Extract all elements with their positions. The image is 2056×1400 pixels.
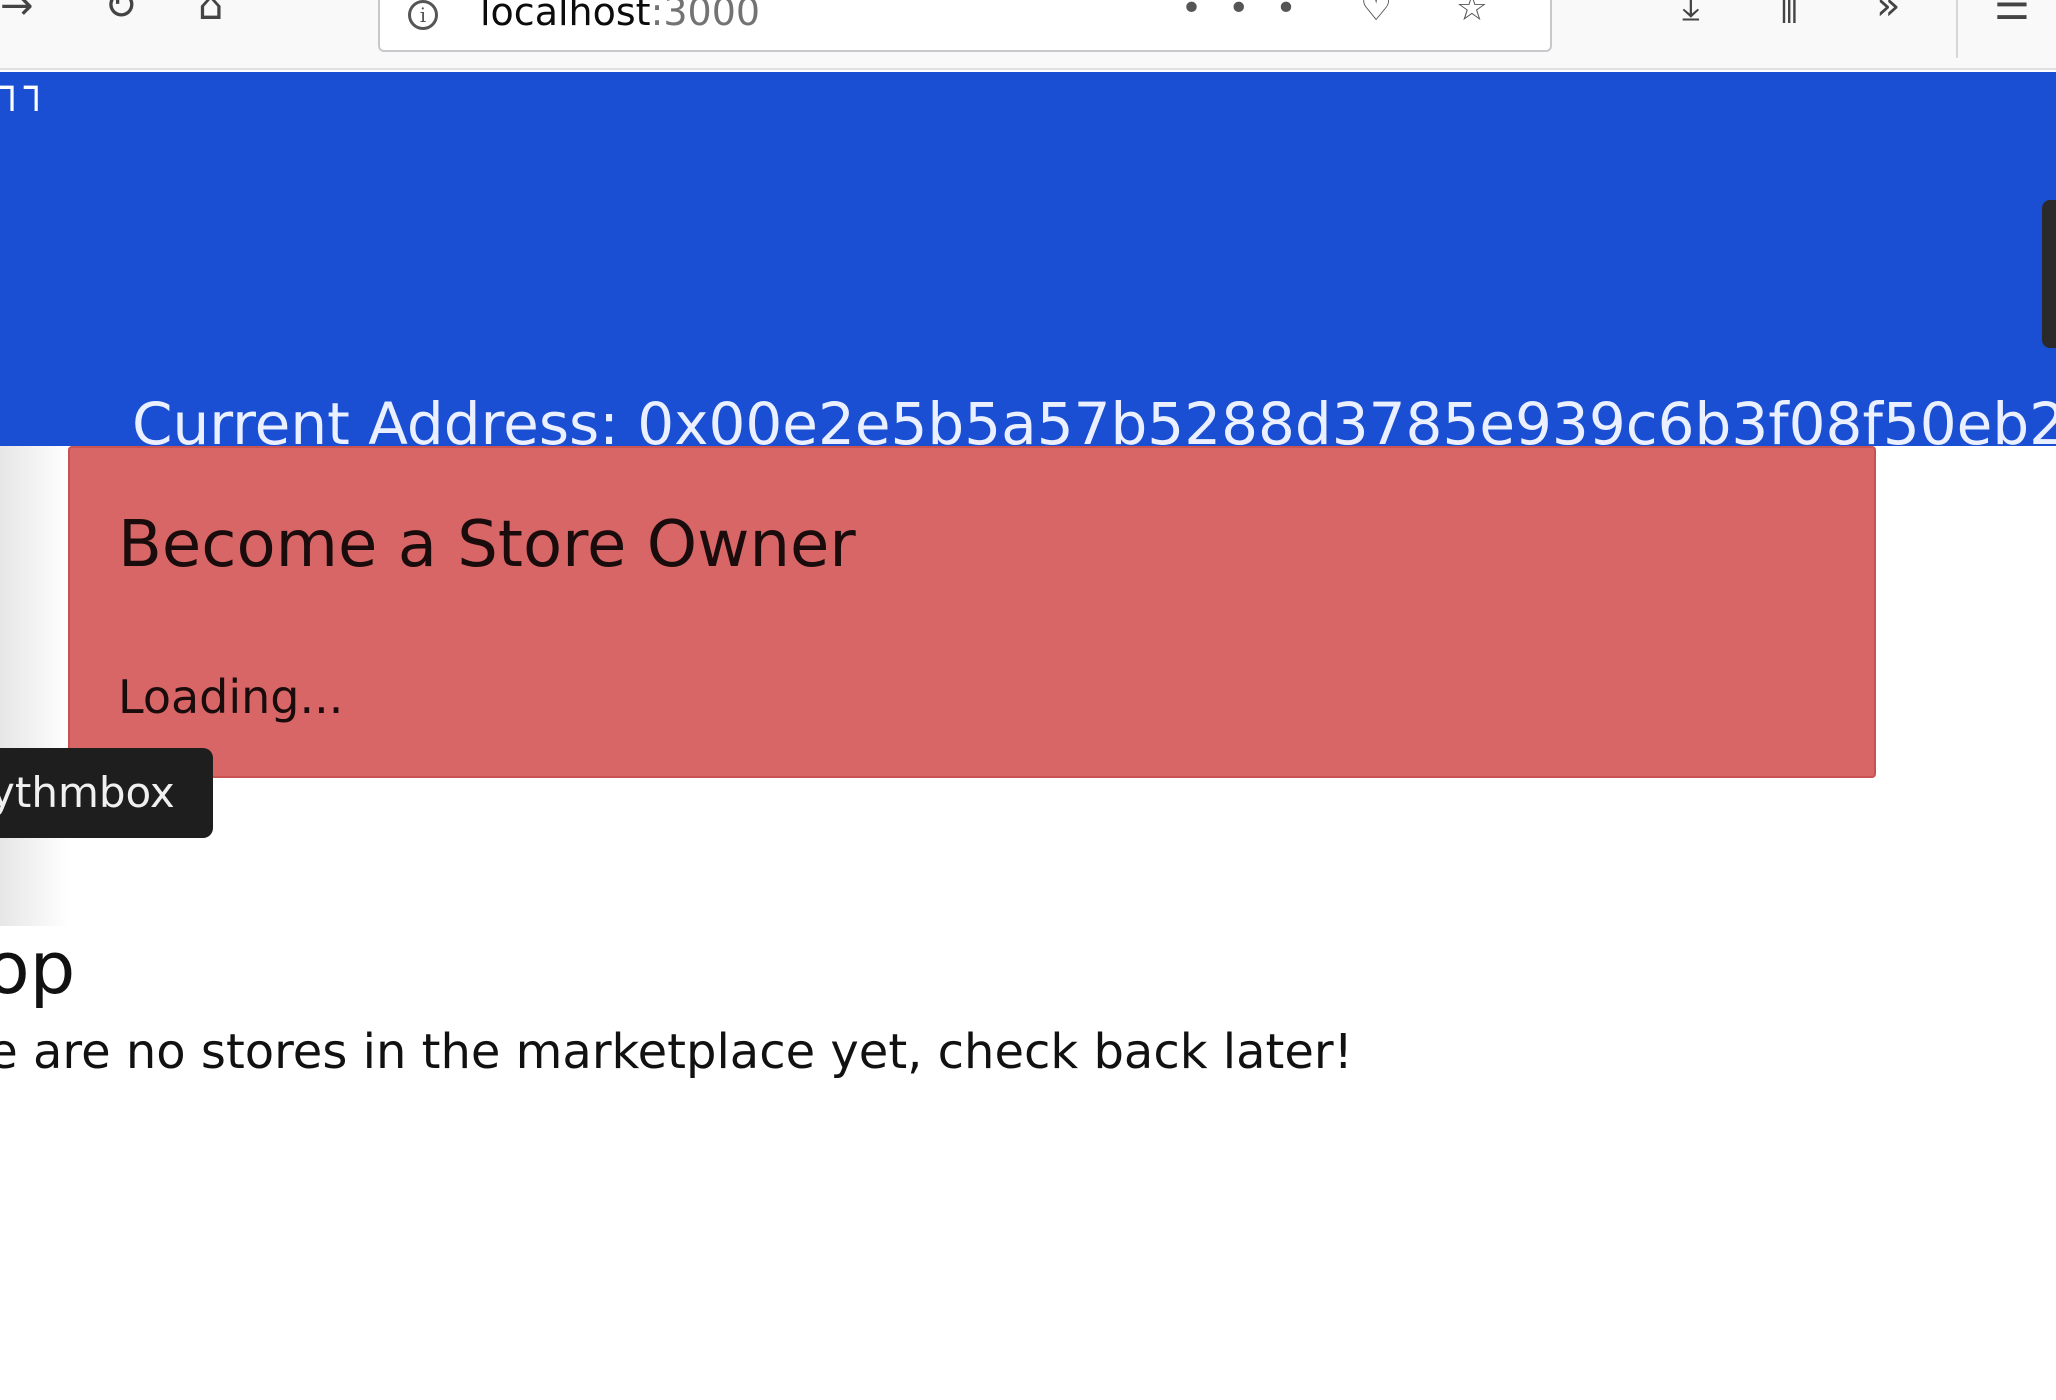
overflow-menu-icon[interactable]: » xyxy=(1876,0,1900,26)
store-owner-card: Become a Store Owner Loading... xyxy=(68,446,1876,778)
site-info-icon[interactable]: i xyxy=(408,0,438,30)
url-port: :3000 xyxy=(650,0,761,34)
empty-stores-message: ere are no stores in the marketplace yet… xyxy=(0,1024,1353,1080)
library-icon[interactable]: ⫼ xyxy=(1780,0,1798,26)
hamburger-menu-icon[interactable]: ☰ xyxy=(1994,0,2030,26)
downloads-icon[interactable]: ⤓ xyxy=(1682,0,1700,26)
side-panel-shadow xyxy=(0,446,70,926)
card-title: Become a Store Owner xyxy=(118,508,856,582)
dock-tooltip: ythmbox xyxy=(0,748,213,838)
browser-toolbar: → ↻ ⌂ i localhost:3000 ••• ♡ ☆ ⤓ ⫼ » ☰ xyxy=(0,0,2056,70)
url-bar[interactable]: i localhost:3000 ••• ♡ ☆ xyxy=(378,0,1552,52)
url-host: localhost xyxy=(480,0,651,34)
loading-status: Loading... xyxy=(118,670,344,724)
shop-heading: hop xyxy=(0,926,76,1010)
reload-icon[interactable]: ↻ xyxy=(104,0,138,26)
scrollbar-thumb[interactable] xyxy=(2042,200,2056,348)
home-icon[interactable]: ⌂ xyxy=(198,0,223,26)
url-text[interactable]: localhost:3000 xyxy=(480,0,760,34)
header-text-fragment: ┐┐ xyxy=(0,65,49,111)
forward-icon[interactable]: → xyxy=(0,0,34,26)
header-banner: ┐┐ Current Address: 0x00e2e5b5a57b5288d3… xyxy=(0,68,2056,458)
page-actions-icons[interactable]: ••• ♡ ☆ xyxy=(1181,0,1514,29)
toolbar-separator xyxy=(1956,0,1958,58)
